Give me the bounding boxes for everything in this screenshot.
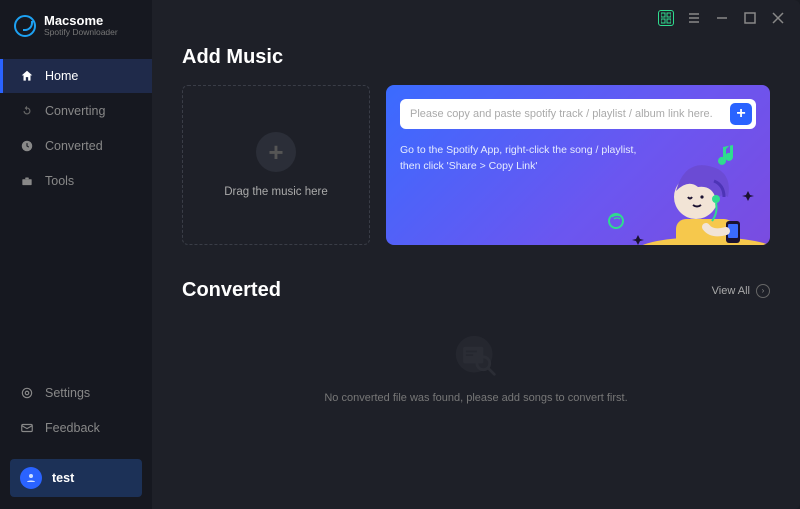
view-all-label: View All <box>712 285 750 297</box>
toolbox-icon <box>19 173 35 189</box>
nav-feedback-label: Feedback <box>45 421 100 435</box>
empty-text: No converted file was found, please add … <box>324 392 627 404</box>
link-card: + Go to the Spotify App, right-click the… <box>386 85 770 245</box>
content: Add Music + Drag the music here + Go to … <box>152 0 800 509</box>
empty-state: No converted file was found, please add … <box>182 316 770 414</box>
brand-logo-icon <box>14 15 36 37</box>
minimize-icon[interactable] <box>714 10 730 26</box>
plus-circle-icon: + <box>256 132 296 172</box>
listening-illustration <box>576 131 770 245</box>
add-music-heading: Add Music <box>182 46 770 69</box>
chevron-right-icon: › <box>756 284 770 298</box>
account-name: test <box>52 471 74 485</box>
close-icon[interactable] <box>770 10 786 26</box>
add-row: + Drag the music here + Go to the Spotif… <box>182 85 770 245</box>
grid-toggle-icon[interactable] <box>658 10 674 26</box>
link-input[interactable] <box>410 108 722 120</box>
brand-subtitle: Spotify Downloader <box>44 27 118 37</box>
nav-tools-label: Tools <box>45 174 74 188</box>
home-icon <box>19 68 35 84</box>
nav-converting-label: Converting <box>45 104 105 118</box>
nav-converted[interactable]: Converted <box>0 129 152 163</box>
nav-converting[interactable]: Converting <box>0 94 152 128</box>
secondary-nav: Settings Feedback <box>0 376 152 445</box>
nav-converted-label: Converted <box>45 139 103 153</box>
maximize-icon[interactable] <box>742 10 758 26</box>
primary-nav: Home Converting Converted Tools <box>0 59 152 198</box>
nav-settings[interactable]: Settings <box>0 376 152 410</box>
empty-file-search-icon <box>448 334 504 378</box>
nav-settings-label: Settings <box>45 386 90 400</box>
nav-tools[interactable]: Tools <box>0 164 152 198</box>
dropzone-text: Drag the music here <box>224 186 328 198</box>
add-link-button[interactable]: + <box>730 103 752 125</box>
account-button[interactable]: test <box>10 459 142 497</box>
brand-title: Macsome <box>44 14 118 27</box>
dropzone[interactable]: + Drag the music here <box>182 85 370 245</box>
menu-icon[interactable] <box>686 10 702 26</box>
window-controls <box>658 10 786 26</box>
refresh-icon <box>19 103 35 119</box>
converted-heading: Converted <box>182 279 281 302</box>
sidebar: Macsome Spotify Downloader Home Converti… <box>0 0 152 509</box>
nav-home-label: Home <box>45 69 78 83</box>
brand: Macsome Spotify Downloader <box>0 10 152 53</box>
nav-feedback[interactable]: Feedback <box>0 411 152 445</box>
converted-header: Converted View All › <box>182 279 770 302</box>
avatar-icon <box>20 467 42 489</box>
mail-icon <box>19 420 35 436</box>
view-all-button[interactable]: View All › <box>712 284 770 298</box>
nav-home[interactable]: Home <box>0 59 152 93</box>
link-input-wrap: + <box>400 99 756 129</box>
gear-icon <box>19 385 35 401</box>
main-panel: Add Music + Drag the music here + Go to … <box>152 0 800 509</box>
clock-icon <box>19 138 35 154</box>
